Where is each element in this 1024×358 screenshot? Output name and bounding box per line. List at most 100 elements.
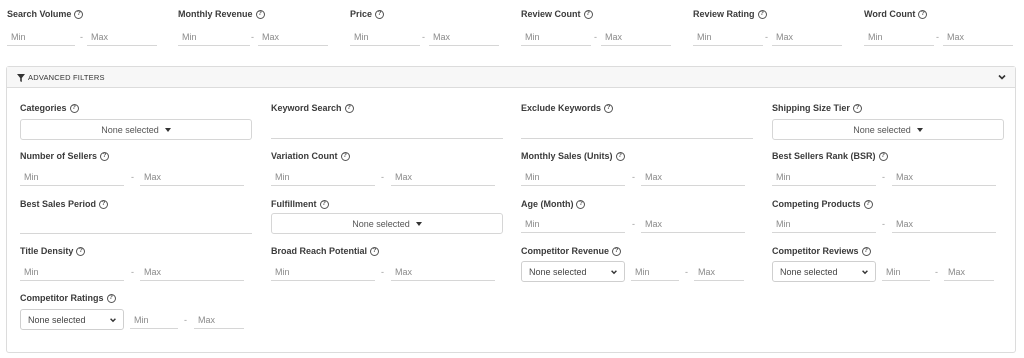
word-count-max-input[interactable] (943, 28, 1013, 46)
competitor-ratings-min-input[interactable] (130, 311, 178, 329)
best-sales-period-label: Best Sales Period (20, 199, 97, 209)
competing-products-max-input[interactable] (892, 215, 996, 233)
help-icon[interactable]: ? (74, 9, 84, 19)
competitor-ratings-select[interactable]: None selected (20, 309, 124, 330)
help-icon[interactable]: ? (319, 199, 329, 209)
range-dash: - (80, 32, 83, 42)
range-dash: - (935, 267, 938, 277)
title-density-label: Title Density (20, 246, 74, 256)
range-dash: - (685, 267, 688, 277)
number-of-sellers-label: Number of Sellers (20, 151, 98, 161)
fulfillment-multiselect[interactable]: None selected (271, 213, 503, 234)
review-rating-min-input[interactable] (693, 28, 763, 46)
help-icon[interactable]: ? (106, 293, 116, 303)
monthly-revenue-label: Monthly Revenue (178, 9, 253, 19)
help-icon[interactable]: ? (255, 9, 265, 19)
review-count-label: Review Count (521, 9, 581, 19)
age-month-max-input[interactable] (641, 215, 745, 233)
age-month-label: Age (Month) (521, 199, 574, 209)
competing-products-label-row: Competing Products? (772, 199, 873, 209)
range-dash: - (381, 172, 384, 182)
competitor-reviews-select[interactable]: None selected (772, 261, 876, 282)
review-count-max-input[interactable] (601, 28, 671, 46)
help-icon[interactable]: ? (375, 9, 385, 19)
range-dash: - (594, 32, 597, 42)
help-icon[interactable]: ? (583, 9, 593, 19)
monthly-sales-min-input[interactable] (521, 168, 625, 186)
search-volume-label: Search Volume (7, 9, 72, 19)
review-rating-max-input[interactable] (772, 28, 842, 46)
bsr-min-input[interactable] (772, 168, 876, 186)
advanced-filters-panel: ADVANCED FILTERS (6, 66, 1016, 353)
broad-reach-min-input[interactable] (271, 263, 375, 281)
best-sales-period-input[interactable] (20, 216, 252, 234)
help-icon[interactable]: ? (852, 103, 862, 113)
monthly-sales-max-input[interactable] (641, 168, 745, 186)
help-icon[interactable]: ? (615, 151, 625, 161)
title-density-max-input[interactable] (140, 263, 244, 281)
variation-count-min-input[interactable] (271, 168, 375, 186)
shipping-size-tier-label-row: Shipping Size Tier? (772, 103, 862, 113)
help-icon[interactable]: ? (69, 103, 79, 113)
range-dash: - (381, 267, 384, 277)
help-icon[interactable]: ? (576, 199, 586, 209)
age-month-label-row: Age (Month)? (521, 199, 586, 209)
advanced-filters-header[interactable]: ADVANCED FILTERS (7, 67, 1015, 88)
review-count-min-input[interactable] (521, 28, 591, 46)
help-icon[interactable]: ? (76, 246, 86, 256)
competitor-revenue-select[interactable]: None selected (521, 261, 625, 282)
categories-label-row: Categories? (20, 103, 79, 113)
word-count-min-input[interactable] (864, 28, 934, 46)
search-volume-max-input[interactable] (87, 28, 157, 46)
broad-reach-potential-label: Broad Reach Potential (271, 246, 368, 256)
keyword-search-input[interactable] (271, 121, 503, 139)
monthly-revenue-max-input[interactable] (258, 28, 328, 46)
help-icon[interactable]: ? (340, 151, 350, 161)
title-density-label-row: Title Density? (20, 246, 86, 256)
range-dash: - (184, 315, 187, 325)
price-min-input[interactable] (350, 28, 420, 46)
competitor-ratings-label-row: Competitor Ratings? (20, 293, 116, 303)
caret-down-icon (916, 127, 923, 132)
competitor-revenue-max-input[interactable] (694, 263, 744, 281)
help-icon[interactable]: ? (863, 199, 873, 209)
monthly-revenue-min-input[interactable] (178, 28, 250, 46)
categories-multiselect[interactable]: None selected (20, 119, 252, 140)
search-volume-min-input[interactable] (7, 28, 75, 46)
broad-reach-max-input[interactable] (391, 263, 495, 281)
number-of-sellers-label-row: Number of Sellers? (20, 151, 110, 161)
number-of-sellers-min-input[interactable] (20, 168, 124, 186)
monthly-sales-label-row: Monthly Sales (Units)? (521, 151, 625, 161)
help-icon[interactable]: ? (370, 246, 380, 256)
competitor-ratings-max-input[interactable] (194, 311, 244, 329)
variation-count-label: Variation Count (271, 151, 338, 161)
help-icon[interactable]: ? (612, 246, 622, 256)
help-icon[interactable]: ? (100, 151, 110, 161)
price-max-input[interactable] (429, 28, 499, 46)
age-month-min-input[interactable] (521, 215, 625, 233)
competitor-revenue-min-input[interactable] (631, 263, 679, 281)
help-icon[interactable]: ? (861, 246, 871, 256)
competitor-reviews-max-input[interactable] (944, 263, 994, 281)
help-icon[interactable]: ? (757, 9, 767, 19)
number-of-sellers-max-input[interactable] (140, 168, 244, 186)
bsr-max-input[interactable] (892, 168, 996, 186)
title-density-min-input[interactable] (20, 263, 124, 281)
range-dash: - (882, 172, 885, 182)
competitor-reviews-min-input[interactable] (882, 263, 930, 281)
help-icon[interactable]: ? (918, 9, 928, 19)
help-icon[interactable]: ? (604, 103, 614, 113)
best-sales-period-label-row: Best Sales Period? (20, 199, 109, 209)
variation-count-max-input[interactable] (391, 168, 495, 186)
shipping-size-tier-multiselect[interactable]: None selected (772, 119, 1004, 140)
help-icon[interactable]: ? (878, 151, 888, 161)
help-icon[interactable]: ? (344, 103, 354, 113)
review-rating-label: Review Rating (693, 9, 755, 19)
monthly-sales-label: Monthly Sales (Units) (521, 151, 613, 161)
filter-icon (17, 73, 25, 82)
competing-products-min-input[interactable] (772, 215, 876, 233)
exclude-keywords-input[interactable] (521, 121, 753, 139)
help-icon[interactable]: ? (99, 199, 109, 209)
range-dash: - (632, 219, 635, 229)
chevron-down-icon[interactable] (997, 72, 1007, 82)
